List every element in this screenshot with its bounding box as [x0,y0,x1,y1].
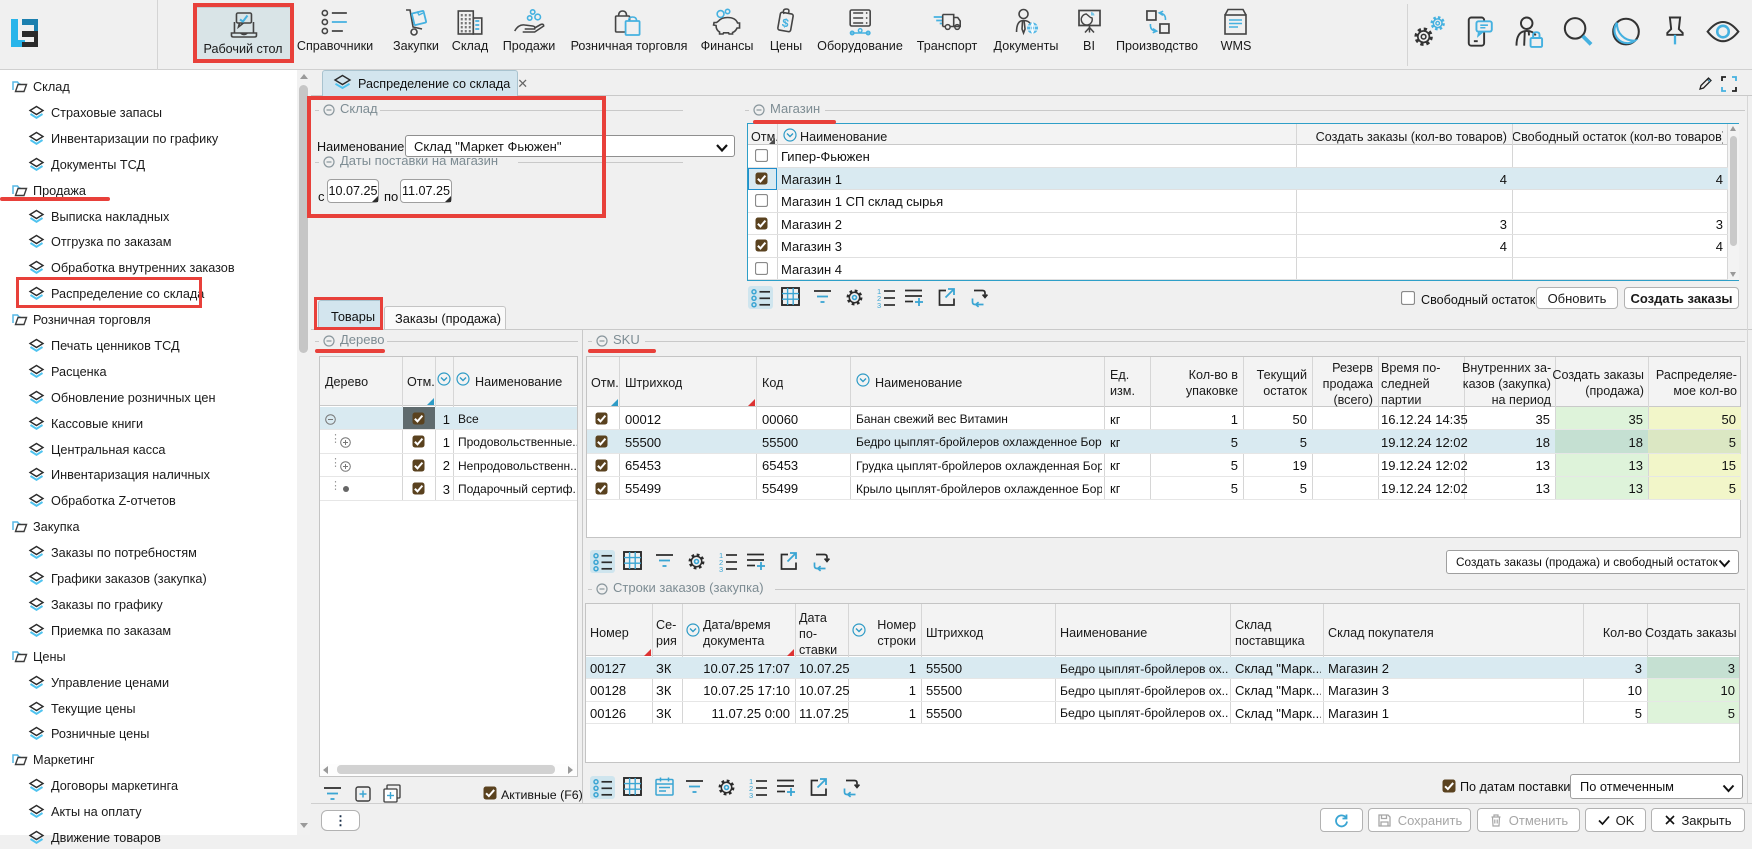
svg-text:3: 3 [877,301,881,309]
svg-text:$: $ [781,16,790,31]
svg-text:3: 3 [719,565,723,573]
svg-text:3: 3 [749,791,753,799]
